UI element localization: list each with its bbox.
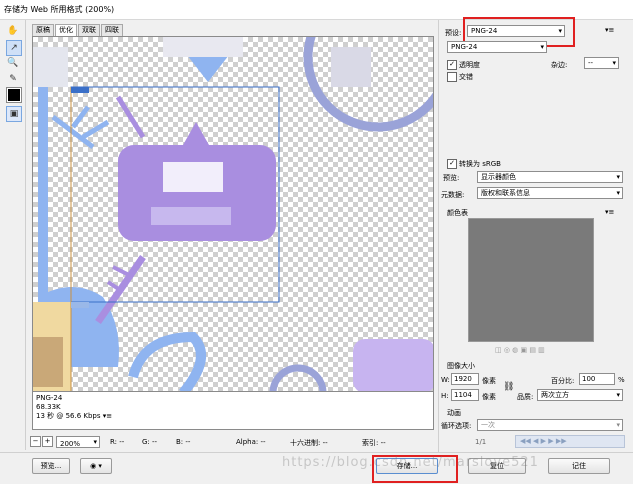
preset-menu-icon[interactable]: ▾≡ (605, 26, 614, 34)
tab-optimized[interactable]: 优化 (55, 24, 77, 36)
browser-select[interactable]: ◉ ▾ (80, 458, 112, 474)
info-menu-icon[interactable]: ▾≡ (103, 412, 112, 420)
hex-readout: 十六进制: -- (290, 439, 328, 447)
info-size: 68.33K (36, 403, 61, 411)
tab-original[interactable]: 原稿 (32, 24, 54, 36)
width-label: W: (441, 376, 450, 384)
slice-visibility-icon[interactable]: ▣ (6, 106, 22, 122)
link-icon[interactable]: ⛓ (503, 382, 514, 392)
alpha-readout: Alpha: -- (236, 438, 266, 446)
image-size-label: 图像大小 (447, 362, 475, 370)
preview-select[interactable]: 显示器颜色 ▾ (477, 171, 623, 183)
percent-label: 百分比: (551, 377, 575, 385)
interlaced-label: 交错 (459, 73, 473, 81)
metadata-select[interactable]: 版权和联系信息 ▾ (477, 187, 623, 199)
preset-label: 预设: (445, 29, 462, 37)
percent-unit: % (618, 376, 625, 384)
remember-button[interactable]: 记住 (548, 458, 610, 474)
watermark: https://blog.csdn.net/marslove521 (282, 455, 539, 470)
zoom-select[interactable]: 200% ▾ (56, 436, 100, 448)
red-readout: R: -- (110, 438, 125, 446)
tab-2up[interactable]: 双联 (78, 24, 100, 36)
color-table-label: 颜色表 (447, 209, 468, 217)
matte-select[interactable]: -- ▾ (584, 57, 619, 69)
quality-label: 品质: (517, 393, 534, 401)
color-table-menu-icon[interactable]: ▾≡ (605, 208, 614, 216)
transparency-label: 透明度 (459, 61, 480, 69)
tool-strip: ✋ ↗ 🔍 ✎ ▣ (0, 20, 26, 450)
transparency-checkbox[interactable]: ✓ (447, 60, 457, 70)
convert-srgb-checkbox[interactable]: ✓ (447, 159, 457, 169)
optimization-info: PNG-24 68.33K 13 秒 @ 56.6 Kbps ▾≡ (32, 392, 434, 430)
metadata-label: 元数据: (441, 191, 465, 199)
convert-srgb-label: 转换为 sRGB (459, 160, 501, 168)
percent-input[interactable]: 100 (579, 373, 615, 385)
color-table-tools[interactable]: ◫ ◎ ◍ ▣ ▤ ▥ (495, 346, 545, 354)
width-unit: 像素 (482, 377, 496, 385)
green-readout: G: -- (142, 438, 158, 446)
loop-label: 循环选项: (441, 422, 472, 430)
preview-canvas[interactable] (32, 36, 434, 392)
interlaced-checkbox[interactable] (447, 72, 457, 82)
zoom-in-button[interactable]: + (42, 436, 53, 447)
width-input[interactable]: 1920 (451, 373, 479, 385)
matte-label: 杂边: (551, 61, 568, 69)
color-swatch[interactable] (6, 87, 22, 103)
height-label: H: (441, 392, 449, 400)
view-tabs: 原稿 优化 双联 四联 (32, 24, 124, 36)
index-readout: 索引: -- (362, 439, 386, 447)
loop-select[interactable]: 一次 ▾ (477, 419, 623, 431)
hand-icon[interactable]: ✋ (6, 24, 20, 38)
height-input[interactable]: 1104 (451, 389, 479, 401)
status-bar: − + 200% ▾ R: -- G: -- B: -- Alpha: -- 十六… (28, 436, 434, 448)
format-select[interactable]: PNG-24 ▾ (447, 41, 547, 53)
animation-label: 动画 (447, 409, 461, 417)
zoom-out-button[interactable]: − (30, 436, 41, 447)
frame-counter: 1/1 (475, 438, 487, 446)
preview-label: 预览: (443, 174, 460, 182)
blue-readout: B: -- (176, 438, 191, 446)
color-table (468, 218, 594, 342)
height-unit: 像素 (482, 393, 496, 401)
info-time: 13 秒 @ 56.6 Kbps (36, 412, 101, 420)
animation-controls[interactable]: ◀◀ ◀ ▶ ▶ ▶▶ (515, 435, 625, 448)
zoom-icon[interactable]: 🔍 (6, 56, 20, 70)
slice-select-icon[interactable]: ↗ (6, 40, 22, 56)
quality-select[interactable]: 两次立方 ▾ (537, 389, 623, 401)
window-title: 存储为 Web 所用格式 (200%) (4, 5, 115, 14)
info-format: PNG-24 (36, 394, 63, 402)
preview-button[interactable]: 预览... (32, 458, 70, 474)
eyedropper-icon[interactable]: ✎ (6, 72, 20, 86)
preview-image (33, 37, 433, 391)
tab-4up[interactable]: 四联 (101, 24, 123, 36)
